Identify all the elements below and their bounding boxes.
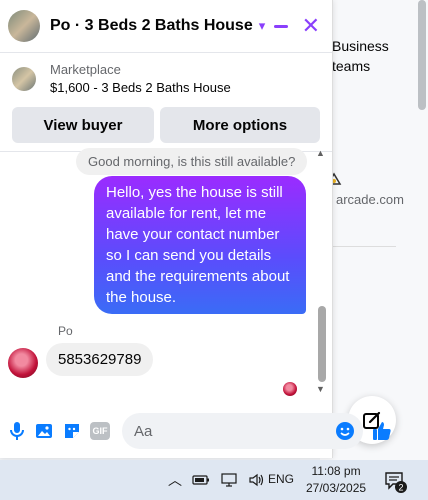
- photo-icon[interactable]: [34, 419, 54, 443]
- message-bubble-incoming: Good morning, is this still available?: [76, 148, 308, 175]
- close-icon[interactable]: ✕: [302, 15, 320, 37]
- battery-icon[interactable]: [192, 474, 210, 486]
- chat-window: Po · 3 Beds 2 Baths House ▾ ✕ Marketplac…: [0, 0, 391, 458]
- more-options-button[interactable]: More options: [160, 107, 320, 143]
- system-tray: ︿: [168, 460, 266, 500]
- chat-scrollbar[interactable]: [318, 306, 326, 382]
- scroll-up-icon[interactable]: ▲: [316, 148, 325, 158]
- notification-count: 2: [398, 483, 403, 493]
- emoji-icon[interactable]: [335, 421, 355, 441]
- sender-name: Po: [58, 324, 73, 338]
- language-indicator[interactable]: ENG: [268, 472, 294, 486]
- taskbar: ︿ ENG 11:08 pm 27/03/2025 2: [0, 460, 428, 500]
- notification-icon[interactable]: 2: [384, 470, 408, 494]
- network-icon[interactable]: [220, 473, 238, 487]
- chat-title[interactable]: Po · 3 Beds 2 Baths House: [50, 17, 253, 35]
- clock[interactable]: 11:08 pm 27/03/2025: [306, 463, 366, 497]
- background-text: arcade.com: [336, 192, 404, 207]
- date: 27/03/2025: [306, 481, 367, 495]
- message-bubble-incoming: 5853629789: [46, 343, 154, 376]
- sticker-icon[interactable]: [62, 419, 82, 443]
- time: 11:08 pm: [311, 464, 361, 478]
- chat-header[interactable]: Po · 3 Beds 2 Baths House ▾ ✕: [0, 0, 332, 53]
- avatar[interactable]: [8, 348, 38, 378]
- scroll-down-icon[interactable]: ▼: [316, 384, 325, 394]
- background-text: Business: [332, 38, 389, 54]
- composer: GIF: [0, 404, 391, 458]
- gif-icon[interactable]: GIF: [90, 419, 110, 443]
- seen-indicator-avatar: [283, 382, 297, 396]
- listing-thumbnail: [12, 67, 36, 91]
- page-scrollbar[interactable]: [418, 0, 426, 110]
- minimize-icon[interactable]: [273, 24, 288, 28]
- avatar[interactable]: [8, 10, 40, 42]
- message-input[interactable]: [132, 421, 335, 441]
- message-bubble-outgoing: Hello, yes the house is still available …: [94, 176, 306, 314]
- marketplace-listing[interactable]: Marketplace $1,600 - 3 Beds 2 Baths Hous…: [0, 53, 332, 103]
- thumbs-up-icon[interactable]: [371, 419, 393, 443]
- background-text: teams: [332, 58, 371, 74]
- divider: [326, 246, 396, 247]
- listing-title: $1,600 - 3 Beds 2 Baths House: [50, 80, 231, 95]
- message-list: Good morning, is this still available? H…: [0, 146, 332, 400]
- view-buyer-button[interactable]: View buyer: [12, 107, 154, 143]
- chevron-down-icon[interactable]: ▾: [259, 18, 266, 34]
- marketplace-label: Marketplace: [50, 62, 121, 77]
- volume-icon[interactable]: [248, 473, 266, 487]
- microphone-icon[interactable]: [8, 419, 26, 443]
- message-field[interactable]: [122, 413, 363, 449]
- chevron-up-icon[interactable]: ︿: [168, 470, 182, 490]
